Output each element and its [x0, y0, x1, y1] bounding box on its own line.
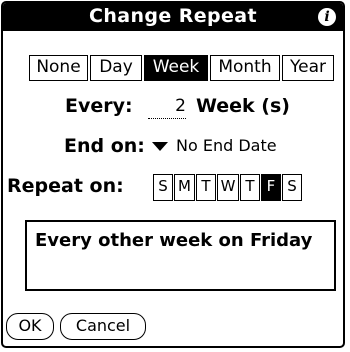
day-friday[interactable]: F [261, 174, 281, 201]
every-input[interactable]: 2 [148, 94, 186, 119]
repeat-description-box: Every other week on Friday [25, 220, 336, 291]
every-label: Every: [65, 95, 133, 117]
title-bar: Change Repeat i [3, 3, 343, 31]
repeat-on-label: Repeat on: [7, 175, 124, 197]
every-units: Week (s) [196, 95, 290, 117]
day-thursday[interactable]: T [240, 174, 260, 201]
cancel-button[interactable]: Cancel [60, 313, 146, 340]
end-on-trigger[interactable]: No End Date [176, 136, 277, 155]
repeat-description: Every other week on Friday [35, 230, 313, 251]
repeat-type-year[interactable]: Year [282, 55, 334, 81]
day-tuesday[interactable]: T [196, 174, 216, 201]
day-monday[interactable]: M [174, 174, 195, 201]
ok-button[interactable]: OK [6, 313, 54, 340]
repeat-type-month[interactable]: Month [210, 55, 280, 81]
repeat-type-week[interactable]: Week [144, 55, 208, 81]
repeat-type-day[interactable]: Day [90, 55, 142, 81]
dropdown-arrow-icon[interactable] [152, 142, 168, 151]
dialog-title: Change Repeat [88, 5, 258, 27]
change-repeat-dialog: Change Repeat i None Day Week Month Year… [1, 1, 345, 348]
day-wednesday[interactable]: W [217, 174, 239, 201]
day-sunday[interactable]: S [153, 174, 173, 201]
day-saturday[interactable]: S [282, 174, 302, 201]
repeat-type-none[interactable]: None [29, 55, 88, 81]
end-on-label: End on: [64, 135, 145, 157]
info-icon[interactable]: i [318, 8, 336, 26]
